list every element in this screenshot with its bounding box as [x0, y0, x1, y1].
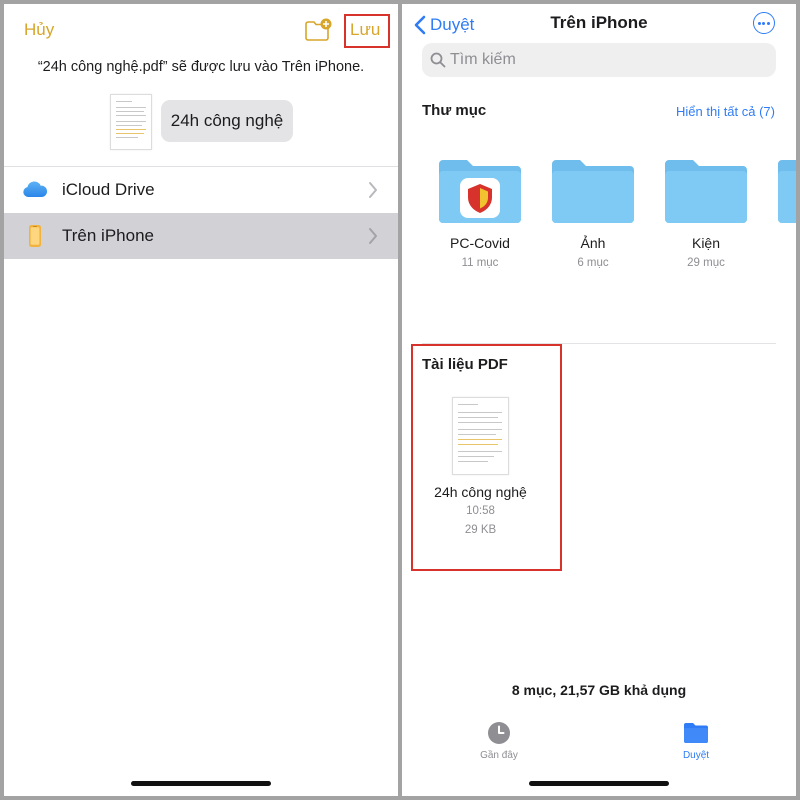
save-message: “24h công nghệ.pdf” sẽ được lưu vào Trên…	[37, 59, 365, 75]
document-size: 29 KB	[464, 524, 497, 536]
tab-label: Duyệt	[682, 750, 710, 761]
location-label: iCloud Drive	[62, 180, 155, 199]
folder-icon	[684, 723, 708, 743]
document-thumbnail	[110, 94, 152, 150]
cancel-button[interactable]: Hủy	[24, 20, 54, 40]
folder-count: 11 mục	[461, 257, 499, 269]
location-row-icloud-drive[interactable]: iCloud Drive	[4, 167, 398, 213]
clock-icon	[488, 722, 510, 744]
document-time: 10:58	[466, 505, 495, 517]
home-indicator	[131, 781, 271, 786]
location-row-on-iphone[interactable]: Trên iPhone	[4, 213, 398, 259]
more-options-icon[interactable]	[753, 12, 775, 34]
iphone-icon	[29, 225, 41, 247]
pdf-section-title: Tài liệu PDF	[422, 356, 508, 373]
page-title: Trên iPhone	[550, 13, 648, 32]
new-folder-icon[interactable]	[304, 18, 332, 42]
folder-item-partial[interactable]	[778, 159, 796, 223]
save-button[interactable]: Lưu	[350, 20, 380, 40]
chevron-right-icon	[369, 228, 377, 244]
folder-count: 29 mục	[687, 257, 725, 269]
folder-icon	[439, 160, 521, 223]
storage-info: 8 mục, 21,57 GB khả dụng	[511, 682, 687, 698]
files-browser-panel: Duyệt Trên iPhone Thư mục Hiển thị tất c…	[402, 4, 796, 796]
folder-icon	[778, 160, 796, 223]
folder-name: PC-Covid	[450, 235, 510, 251]
chevron-right-icon	[369, 182, 377, 198]
folder-name: Ảnh	[580, 235, 606, 251]
folder-name: Kiện	[691, 235, 721, 251]
tab-label: Gần đây	[480, 750, 518, 761]
search-icon	[430, 52, 446, 68]
folder-icon	[552, 160, 634, 223]
location-label: Trên iPhone	[62, 226, 154, 245]
document-name: 24h công nghệ	[434, 484, 527, 500]
folder-item[interactable]: Kiện 29 mục	[665, 159, 747, 279]
folders-section-title: Thư mục	[422, 102, 487, 119]
save-dialog-panel: Hủy Lưu “24h công nghệ.pdf” sẽ được lưu …	[4, 4, 398, 796]
filename-field[interactable]: 24h công nghệ	[161, 100, 293, 142]
folder-item[interactable]: Ảnh 6 mục	[552, 159, 634, 279]
search-input[interactable]	[450, 43, 760, 77]
search-bar[interactable]	[422, 43, 776, 77]
folder-count: 6 mục	[577, 257, 609, 269]
pdf-document-thumbnail[interactable]	[452, 397, 509, 475]
tab-browse[interactable]: Duyệt	[656, 720, 736, 761]
folder-icon	[665, 160, 747, 223]
home-indicator	[529, 781, 669, 786]
icloud-icon	[23, 181, 48, 197]
folder-item[interactable]: PC-Covid 11 mục	[439, 159, 521, 279]
show-all-link[interactable]: Hiển thị tất cả (7)	[676, 104, 775, 119]
tab-recents[interactable]: Gần đây	[459, 720, 539, 761]
